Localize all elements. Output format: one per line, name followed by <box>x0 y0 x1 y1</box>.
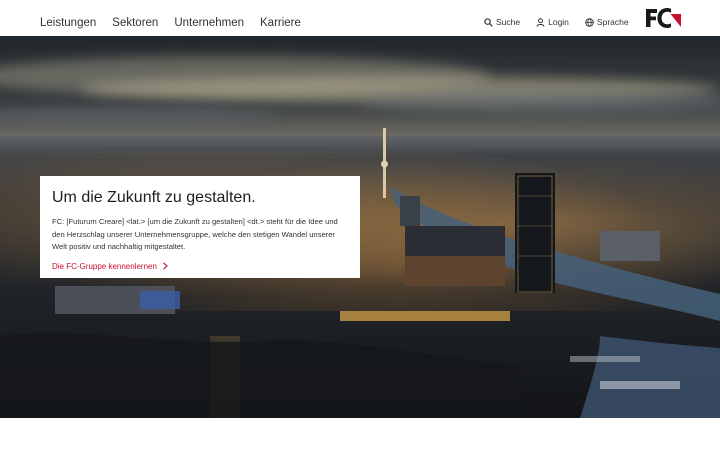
site-header: Leistungen Sektoren Unternehmen Karriere… <box>0 0 720 36</box>
chevron-right-icon <box>163 262 168 270</box>
globe-icon <box>585 17 594 27</box>
language-button[interactable]: Sprache <box>585 16 629 28</box>
fc-logo[interactable] <box>646 8 682 28</box>
search-icon <box>484 17 493 27</box>
login-label: Login <box>548 17 569 27</box>
hero-title: Um die Zukunft zu gestalten. <box>52 189 256 206</box>
utility-navigation: Suche Login Sprache <box>484 16 645 28</box>
nav-item-unternehmen[interactable]: Unternehmen <box>174 16 244 30</box>
search-label: Suche <box>496 17 521 27</box>
user-icon <box>536 17 545 27</box>
nav-item-karriere[interactable]: Karriere <box>260 16 301 30</box>
hero-card: Um die Zukunft zu gestalten. FC: [Futuru… <box>40 176 360 278</box>
fc-group-link-label: Die FC-Gruppe kennenlernen <box>52 261 157 271</box>
main-navigation: Leistungen Sektoren Unternehmen Karriere <box>40 16 317 30</box>
login-button[interactable]: Login <box>536 16 569 28</box>
hero-image: Um die Zukunft zu gestalten. FC: [Futuru… <box>0 36 720 418</box>
fc-group-link[interactable]: Die FC-Gruppe kennenlernen <box>52 262 169 271</box>
search-button[interactable]: Suche <box>484 16 520 28</box>
nav-item-sektoren[interactable]: Sektoren <box>112 16 158 30</box>
nav-item-leistungen[interactable]: Leistungen <box>40 16 96 30</box>
hero-text: FC: [Futurum Creare] <lat.> [um die Zuku… <box>52 217 338 251</box>
language-label: Sprache <box>596 17 629 27</box>
